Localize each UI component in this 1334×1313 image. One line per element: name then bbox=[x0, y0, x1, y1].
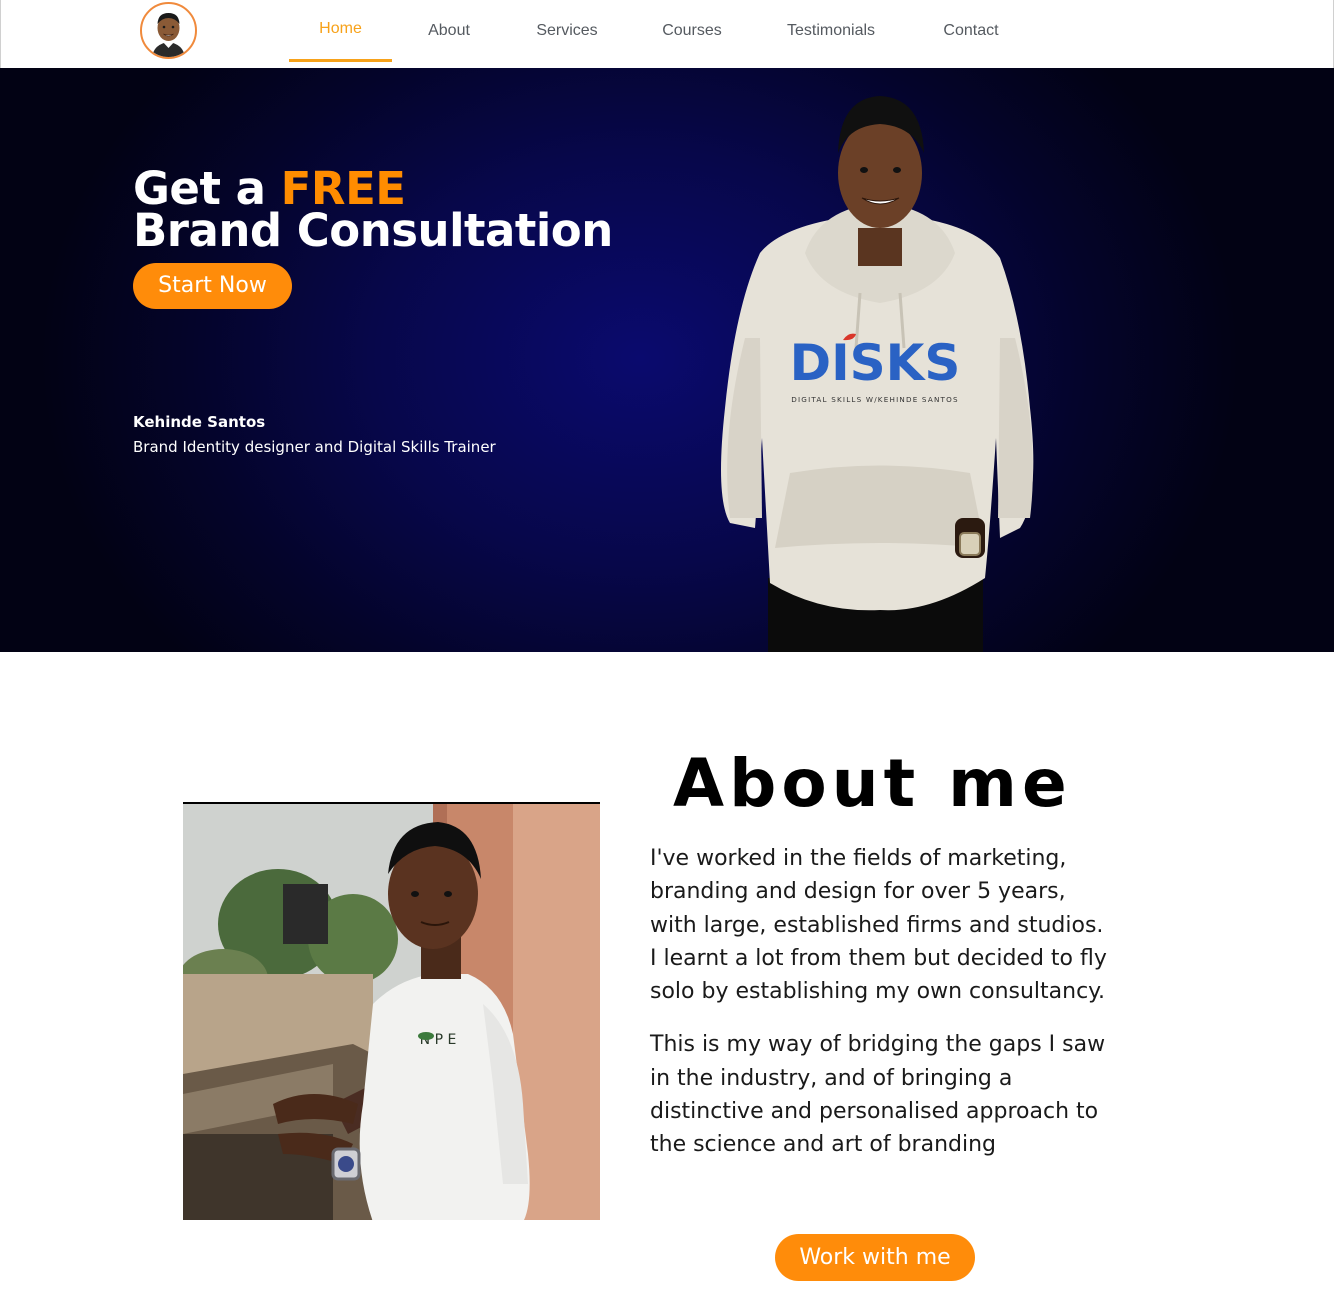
logo-avatar-icon[interactable] bbox=[140, 2, 197, 59]
nav-contact[interactable]: Contact bbox=[933, 0, 1009, 62]
hero-person-role: Brand Identity designer and Digital Skil… bbox=[133, 438, 496, 456]
about-paragraph: This is my way of bridging the gaps I sa… bbox=[650, 1032, 1106, 1158]
work-with-me-button[interactable]: Work with me bbox=[775, 1234, 975, 1281]
hero-title-line2: Brand Consultation bbox=[133, 204, 613, 257]
about-portrait-image: N P E bbox=[183, 802, 600, 1220]
about-paragraph: I've worked in the fields of marketing, … bbox=[650, 846, 1107, 1005]
hero-person-name: Kehinde Santos bbox=[133, 413, 266, 431]
nav-about[interactable]: About bbox=[413, 0, 485, 62]
about-title: About me bbox=[673, 745, 1072, 822]
hero-section: Get a FREE Brand Consultation Start Now … bbox=[0, 68, 1334, 652]
hero-portrait-image: DISKS DIGITAL SKILLS W/KEHINDE SANTOS bbox=[721, 96, 1034, 652]
site-header: Home About Services Courses Testimonials… bbox=[0, 0, 1334, 68]
hero-title: Get a FREE Brand Consultation bbox=[133, 166, 613, 253]
start-now-button[interactable]: Start Now bbox=[133, 263, 292, 309]
nav-testimonials[interactable]: Testimonials bbox=[778, 0, 884, 62]
nav-home[interactable]: Home bbox=[289, 0, 392, 62]
hoodie-brand-text: DISKS bbox=[790, 334, 961, 392]
nav-services[interactable]: Services bbox=[527, 0, 607, 62]
about-text: I've worked in the fields of marketing, … bbox=[650, 842, 1110, 1162]
nav-courses[interactable]: Courses bbox=[653, 0, 731, 62]
hoodie-tagline-text: DIGITAL SKILLS W/KEHINDE SANTOS bbox=[791, 395, 958, 404]
